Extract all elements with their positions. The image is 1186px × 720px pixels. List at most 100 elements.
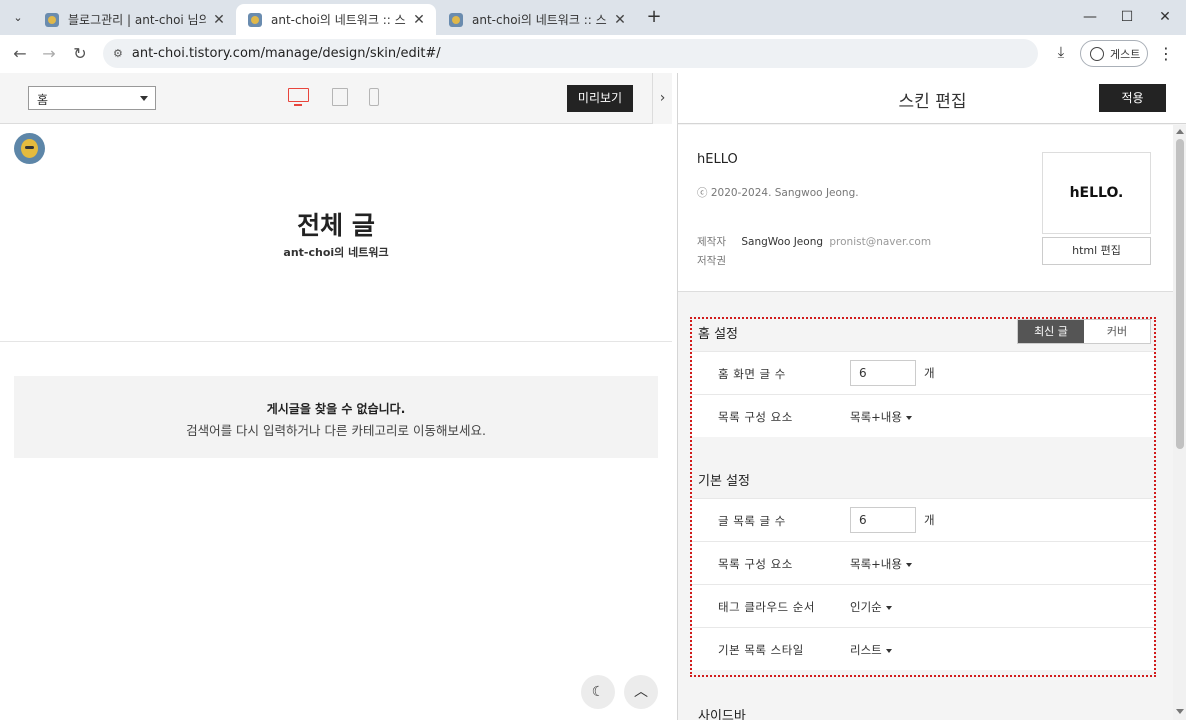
mobile-view-icon[interactable]	[369, 88, 379, 106]
favicon-icon	[449, 12, 463, 27]
caret-down-icon	[885, 648, 892, 653]
apply-button[interactable]: 적용	[1099, 84, 1166, 112]
dropdown-value: 인기순	[850, 600, 882, 614]
maker-label: 제작자	[697, 236, 726, 248]
browser-tab-strip: ⌄ 블로그관리 | ant-choi 님의 블로그 ✕ ant-choi의 네트…	[0, 0, 1186, 35]
skin-copyright: ⓒ 2020-2024. Sangwoo Jeong.	[697, 187, 859, 199]
setting-row-home-post-count: 홈 화면 글 수 6 개	[692, 351, 1154, 394]
tab-cover[interactable]: 커버	[1084, 320, 1150, 343]
unit-label: 개	[924, 513, 935, 527]
close-window-icon[interactable]: ✕	[1153, 6, 1177, 28]
minimize-window-icon[interactable]: —	[1078, 6, 1102, 28]
setting-label: 목록 구성 요소	[718, 557, 793, 571]
setting-label: 태그 클라우드 순서	[718, 600, 815, 614]
setting-row-list-elements: 목록 구성 요소 목록+내용	[692, 541, 1154, 584]
setting-row-home-list-elements: 목록 구성 요소 목록+내용	[692, 394, 1154, 437]
setting-row-post-list-count: 글 목록 글 수 6 개	[692, 498, 1154, 541]
dropdown-value: 목록+내용	[850, 557, 902, 571]
favicon-icon	[45, 12, 59, 27]
scroll-down-arrow-icon[interactable]	[1176, 709, 1184, 714]
scroll-up-arrow-icon[interactable]	[1176, 129, 1184, 134]
page-select-value: 홈	[37, 93, 49, 107]
basic-settings-title: 기본 설정	[698, 474, 750, 489]
basic-settings-header: 기본 설정	[692, 466, 1154, 498]
desktop-view-icon[interactable]	[288, 88, 309, 106]
setting-label: 글 목록 글 수	[718, 514, 786, 528]
forward-arrow-icon[interactable]: →	[38, 43, 60, 65]
download-icon[interactable]: ⤓	[1050, 43, 1072, 65]
html-edit-button[interactable]: html 편집	[1042, 237, 1151, 265]
scroll-top-chevron-up-icon[interactable]: ︿	[624, 675, 658, 709]
post-list-count-input[interactable]: 6	[850, 507, 916, 533]
new-tab-plus-icon[interactable]: +	[643, 6, 665, 28]
site-info-icon[interactable]: ⚙	[113, 47, 123, 60]
skin-maker-row: 제작자 SangWoo Jeong pronist@naver.com	[697, 234, 931, 249]
tablet-view-icon[interactable]	[332, 88, 348, 106]
tab-title: 블로그관리 | ant-choi 님의 블로그	[68, 13, 206, 27]
tag-cloud-order-dropdown[interactable]: 인기순	[850, 599, 892, 615]
page-select-dropdown[interactable]: 홈	[28, 86, 156, 110]
preview-button[interactable]: 미리보기	[567, 85, 633, 112]
caret-down-icon	[140, 96, 148, 101]
preview-pane: 홈 미리보기 › 전체 글 ant-choi의 네트워크 게시글을 찾을 수 없…	[0, 73, 672, 720]
skin-settings-highlighted-region: 홈 설정 최신 글 커버 홈 화면 글 수 6 개 목록 구성 요소 목록+내용…	[690, 317, 1156, 677]
setting-label: 홈 화면 글 수	[718, 367, 786, 381]
close-tab-icon[interactable]: ✕	[410, 12, 428, 28]
close-tab-icon[interactable]: ✕	[611, 12, 629, 28]
empty-state-box: 게시글을 찾을 수 없습니다. 검색어를 다시 입력하거나 다른 카테고리로 이…	[14, 376, 658, 458]
home-list-elements-dropdown[interactable]: 목록+내용	[850, 409, 912, 425]
home-settings-title: 홈 설정	[698, 327, 739, 342]
maker-email: pronist@naver.com	[829, 236, 932, 248]
home-mode-toggle: 최신 글 커버	[1017, 319, 1151, 344]
editor-header: 스킨 편집 적용	[678, 73, 1186, 124]
tab-title: ant-choi의 네트워크 :: 스킨편집	[472, 13, 607, 27]
tab-search-chevron-icon[interactable]: ⌄	[8, 8, 28, 28]
chevron-right-icon[interactable]: ›	[652, 73, 672, 124]
scrollbar-thumb[interactable]	[1176, 139, 1184, 449]
profile-icon	[1090, 46, 1104, 61]
license-label: 저작권	[697, 255, 726, 267]
profile-button[interactable]: 게스트	[1080, 40, 1148, 67]
preview-toolbar: 홈 미리보기 ›	[0, 73, 672, 124]
skin-editor-panel: 스킨 편집 적용 hELLO ⓒ 2020-2024. Sangwoo Jeon…	[677, 73, 1186, 720]
maker-name: SangWoo Jeong	[741, 236, 824, 248]
close-tab-icon[interactable]: ✕	[210, 12, 228, 28]
url-omnibox[interactable]: ⚙ ant-choi.tistory.com/manage/design/ski…	[103, 39, 1038, 68]
browser-tab-skin-edit-active[interactable]: ant-choi의 네트워크 :: 스킨편집 ✕	[236, 4, 436, 35]
home-post-count-input[interactable]: 6	[850, 360, 916, 386]
address-bar-row: ← → ↻ ⚙ ant-choi.tistory.com/manage/desi…	[0, 35, 1186, 73]
blog-preview-frame: 전체 글 ant-choi의 네트워크 게시글을 찾을 수 없습니다. 검색어를…	[0, 124, 672, 720]
caret-down-icon	[885, 605, 892, 610]
back-arrow-icon[interactable]: ←	[9, 43, 31, 65]
dropdown-value: 리스트	[850, 643, 882, 657]
browser-tab-skin-edit[interactable]: ant-choi의 네트워크 :: 스킨편집 ✕	[437, 4, 637, 35]
empty-state-description: 검색어를 다시 입력하거나 다른 카테고리로 이동해보세요.	[186, 423, 486, 438]
list-elements-dropdown[interactable]: 목록+내용	[850, 556, 912, 572]
dark-mode-moon-icon[interactable]: ☾	[581, 675, 615, 709]
page-title: 전체 글	[297, 211, 375, 240]
maximize-window-icon[interactable]: ☐	[1115, 6, 1139, 28]
blog-avatar[interactable]	[14, 133, 45, 164]
tab-latest-posts[interactable]: 최신 글	[1018, 320, 1084, 343]
setting-row-tag-cloud-order: 태그 클라우드 순서 인기순	[692, 584, 1154, 627]
more-menu-icon[interactable]: ⋮	[1158, 43, 1174, 65]
reload-icon[interactable]: ↻	[69, 43, 91, 65]
favicon-icon	[248, 12, 262, 27]
url-text: ant-choi.tistory.com/manage/design/skin/…	[131, 46, 441, 61]
empty-state-title: 게시글을 찾을 수 없습니다.	[266, 402, 406, 416]
browser-tab-blog-admin[interactable]: 블로그관리 | ant-choi 님의 블로그 ✕	[33, 4, 236, 35]
skin-license-row: 저작권	[697, 253, 738, 268]
skin-thumbnail: hELLO.	[1042, 152, 1151, 234]
profile-label: 게스트	[1110, 47, 1141, 61]
skin-info-card: hELLO ⓒ 2020-2024. Sangwoo Jeong. 제작자 Sa…	[678, 125, 1173, 292]
divider	[0, 341, 672, 342]
blog-name: ant-choi의 네트워크	[283, 246, 389, 259]
setting-label: 기본 목록 스타일	[718, 643, 804, 657]
default-list-style-dropdown[interactable]: 리스트	[850, 642, 892, 658]
skin-name: hELLO	[697, 152, 738, 167]
tab-title: ant-choi의 네트워크 :: 스킨편집	[271, 13, 406, 27]
editor-scrollbar[interactable]	[1173, 125, 1186, 720]
unit-label: 개	[924, 366, 935, 380]
sidebar-settings-title: 사이드바	[698, 709, 746, 720]
home-settings-header: 홈 설정 최신 글 커버	[692, 319, 1154, 351]
